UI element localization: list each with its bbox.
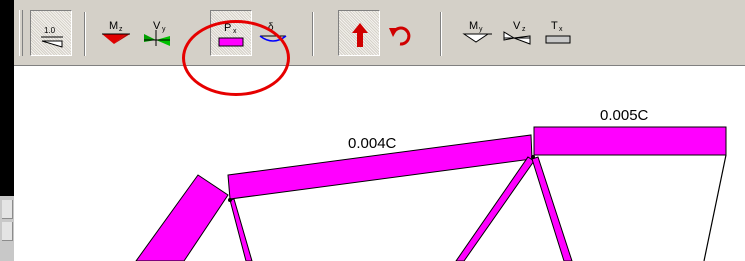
unit-scale-button[interactable]: 1.0 — [30, 10, 72, 56]
truss-node — [228, 198, 232, 202]
left-chord-axial-band — [135, 174, 229, 261]
highlight-annotation-circle — [182, 20, 290, 96]
axial-force-label: 0.004C — [348, 135, 397, 152]
torsion-icon: T x — [545, 20, 571, 44]
toolbar-separator — [440, 12, 442, 56]
svg-text:T: T — [551, 20, 558, 32]
arrow-up-icon — [352, 23, 368, 47]
diagram-canvas[interactable]: 0.004C 0.005C — [14, 67, 745, 261]
svg-text:z: z — [522, 26, 526, 33]
svg-text:V: V — [513, 20, 521, 32]
torsion-tx-button[interactable]: T x — [538, 10, 580, 56]
svg-text:M: M — [109, 20, 118, 32]
left-side-panel-edge — [0, 196, 14, 261]
svg-text:x: x — [559, 26, 563, 33]
reactions-button[interactable] — [338, 10, 380, 56]
toolbar-separator — [312, 12, 314, 56]
shear-diagram-icon: V y — [144, 20, 170, 46]
results-toolbar: 1.0 M z V y P x δ M y V z T x — [14, 0, 745, 67]
shear-vz-button[interactable]: V z — [498, 10, 540, 56]
shear-vz-icon: V z — [503, 20, 531, 45]
svg-text:M: M — [469, 20, 478, 32]
right-member-line — [703, 154, 727, 261]
truss-axial-diagram — [135, 126, 727, 261]
left-web-axial-band — [229, 198, 253, 261]
moment-my-icon: M y — [462, 20, 492, 43]
svg-text:z: z — [119, 26, 123, 33]
svg-text:V: V — [153, 20, 161, 32]
moment-my-button[interactable]: M y — [458, 10, 500, 56]
moment-diagram-icon: M z — [102, 20, 130, 44]
top-chord-right-axial-band — [533, 126, 727, 156]
unit-scale-icon: 1.0 — [41, 26, 63, 48]
toolbar-separator — [84, 12, 86, 56]
svg-text:y: y — [162, 26, 166, 33]
toolbar-grip[interactable] — [19, 10, 23, 56]
axial-force-label: 0.005C — [600, 107, 649, 124]
svg-text:1.0: 1.0 — [44, 26, 56, 35]
moment-mz-button[interactable]: M z — [96, 10, 138, 56]
svg-text:y: y — [479, 26, 483, 33]
web-left-diagonal-band — [455, 156, 535, 261]
side-panel-tab[interactable] — [2, 222, 13, 241]
web-right-diagonal-band — [531, 156, 573, 261]
side-panel-tab[interactable] — [2, 200, 13, 219]
reaction-moment-button[interactable] — [380, 10, 422, 56]
shear-vy-button[interactable]: V y — [138, 10, 180, 56]
rotate-arrow-icon — [389, 26, 411, 46]
truss-node — [531, 155, 535, 159]
